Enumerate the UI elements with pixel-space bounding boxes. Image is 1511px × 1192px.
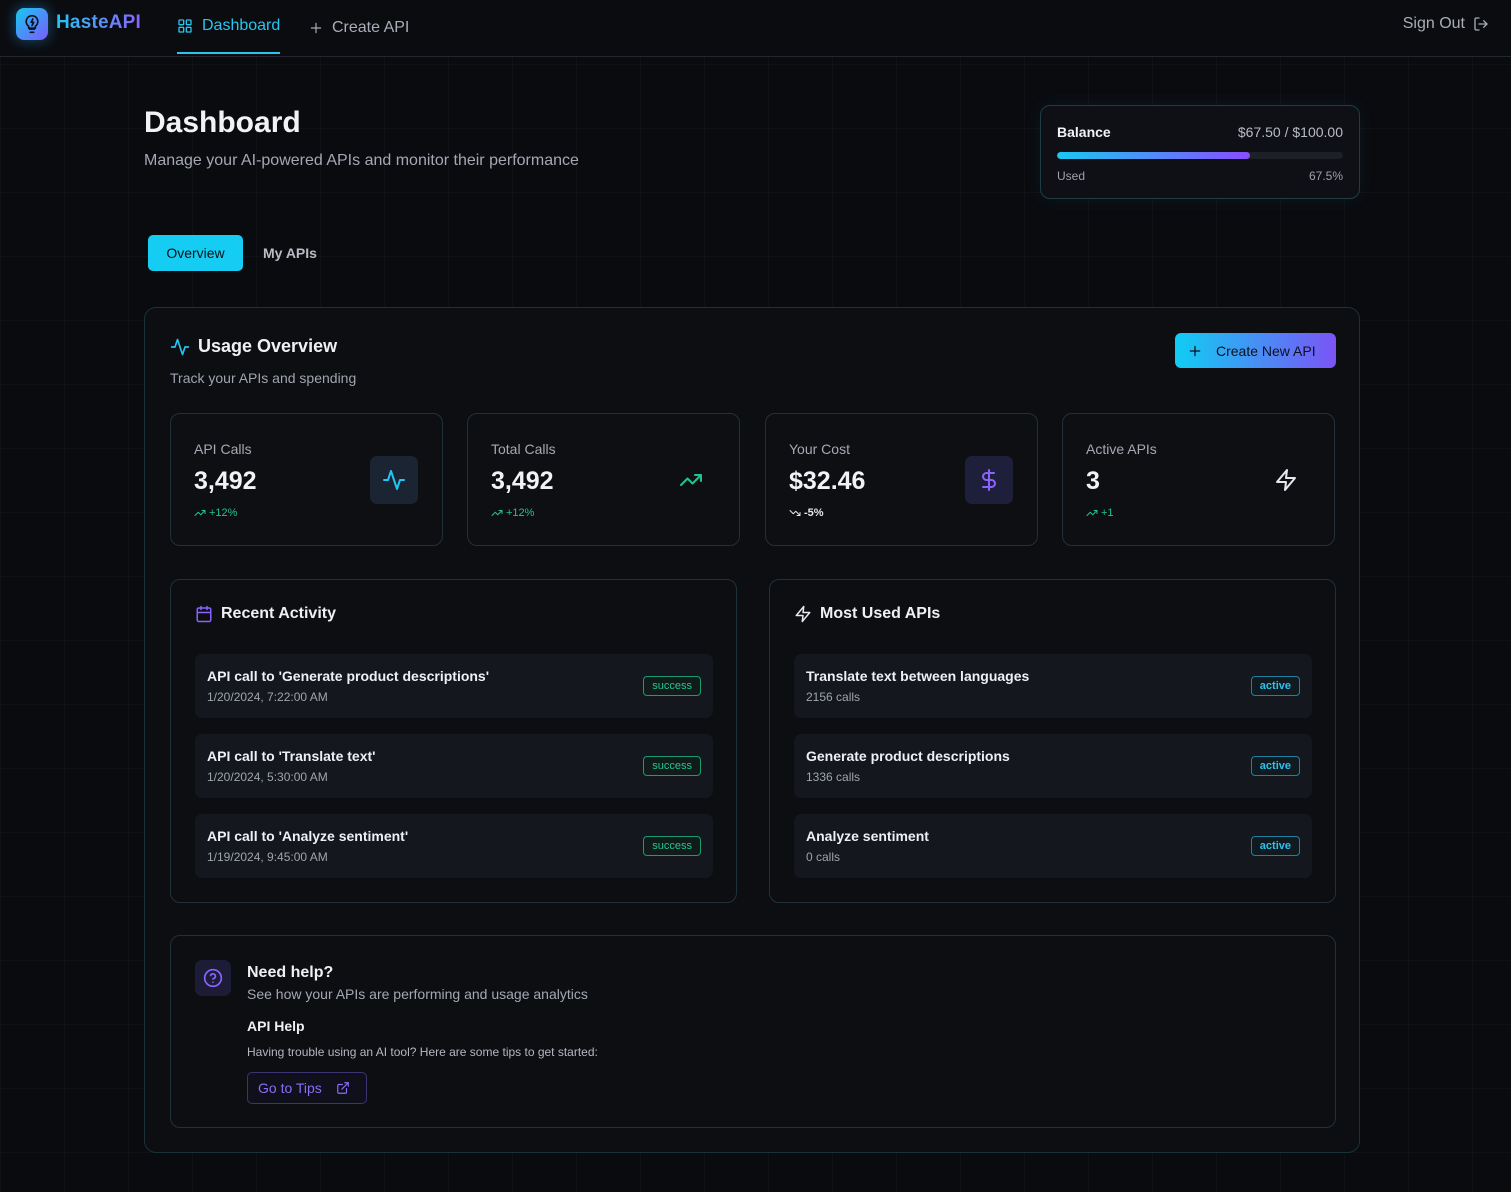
most-used-apis-card: Most Used APIs Translate text between la… — [769, 579, 1336, 903]
stat-value: $32.46 — [789, 467, 866, 495]
balance-progress-fill — [1057, 152, 1251, 159]
status-badge: success — [643, 836, 701, 856]
stat-card-active-apis: Active APIs 3 +1 — [1062, 413, 1335, 546]
tab-overview[interactable]: Overview — [148, 235, 243, 271]
zap-icon — [795, 605, 811, 623]
stat-card-your-cost: Your Cost $32.46 -5% — [765, 413, 1038, 546]
balance-title: Balance — [1057, 124, 1111, 140]
help-heading: API Help — [247, 1018, 305, 1034]
trending-up-icon — [1086, 510, 1098, 516]
status-badge: success — [643, 676, 701, 696]
external-link-icon — [336, 1082, 349, 1094]
nav-dashboard-link[interactable]: Dashboard — [177, 0, 281, 54]
go-to-tips-button[interactable]: Go to Tips — [247, 1072, 367, 1104]
page-subtitle: Manage your AI-powered APIs and monitor … — [144, 152, 579, 169]
api-title: Translate text between languages — [806, 668, 1030, 684]
status-badge: active — [1250, 676, 1300, 696]
status-badge: success — [643, 756, 701, 776]
list-item[interactable]: Generate product descriptions 1336 calls… — [794, 734, 1312, 798]
list-item[interactable]: API call to 'Generate product descriptio… — [195, 654, 713, 718]
api-calls: 0 calls — [806, 850, 841, 864]
trending-down-icon — [789, 510, 801, 516]
stat-label: Total Calls — [491, 441, 556, 457]
create-new-api-button[interactable]: Create New API — [1175, 333, 1336, 368]
usage-overview-title: Usage Overview — [198, 336, 338, 356]
activity-title: API call to 'Generate product descriptio… — [207, 668, 490, 684]
dollar-icon — [965, 456, 1013, 504]
help-card: Need help? See how your APIs are perform… — [170, 935, 1336, 1128]
brand-name[interactable]: HasteAPI — [56, 12, 141, 34]
top-navbar: HasteAPI Dashboard Create API Sign Out — [0, 0, 1511, 57]
api-calls: 2156 calls — [806, 690, 861, 704]
balance-value: $67.50 / $100.00 — [1237, 124, 1343, 140]
stat-trend: +1 — [1086, 507, 1114, 519]
stat-trend: +12% — [491, 507, 534, 519]
activity-time: 1/20/2024, 5:30:00 AM — [207, 770, 328, 784]
stat-value: 3 — [1086, 467, 1100, 495]
sign-out-label: Sign Out — [1402, 15, 1465, 32]
plus-icon — [1189, 345, 1201, 356]
help-circle-icon — [195, 960, 231, 996]
calendar-icon — [196, 605, 212, 623]
activity-time: 1/19/2024, 9:45:00 AM — [207, 850, 328, 864]
nav-create-api-link[interactable]: Create API — [309, 0, 409, 56]
stat-card-api-calls: API Calls 3,492 +12% — [170, 413, 443, 546]
balance-used-label: Used — [1057, 169, 1086, 183]
nav-dashboard-label: Dashboard — [202, 17, 281, 34]
activity-icon — [170, 338, 190, 355]
log-out-icon — [1474, 17, 1488, 31]
logo-icon[interactable] — [16, 8, 48, 40]
status-badge: active — [1250, 836, 1300, 856]
list-item[interactable]: API call to 'Translate text' 1/20/2024, … — [195, 734, 713, 798]
trending-up-icon — [667, 456, 715, 504]
trending-up-icon — [194, 510, 206, 516]
create-new-api-label: Create New API — [1216, 342, 1316, 359]
activity-title: API call to 'Analyze sentiment' — [207, 828, 409, 844]
go-to-tips-label: Go to Tips — [258, 1080, 322, 1096]
activity-time: 1/20/2024, 7:22:00 AM — [207, 690, 328, 704]
trending-up-icon — [491, 510, 503, 516]
help-subtitle: See how your APIs are performing and usa… — [247, 986, 588, 1002]
stat-trend-value: +1 — [1101, 507, 1114, 519]
stat-trend: +12% — [194, 507, 237, 519]
stat-value: 3,492 — [194, 467, 257, 495]
activity-icon — [370, 456, 418, 504]
list-item[interactable]: Translate text between languages 2156 ca… — [794, 654, 1312, 718]
stat-label: Your Cost — [789, 441, 850, 457]
page-title: Dashboard — [144, 106, 301, 139]
plus-icon — [310, 22, 322, 34]
list-item[interactable]: API call to 'Analyze sentiment' 1/19/202… — [195, 814, 713, 878]
recent-activity-title: Recent Activity — [221, 605, 336, 622]
stat-trend-value: -5% — [804, 507, 824, 519]
stat-trend: -5% — [789, 507, 824, 519]
balance-progress-track — [1057, 152, 1343, 159]
nav-create-api-label: Create API — [332, 19, 410, 36]
recent-activity-card: Recent Activity API call to 'Generate pr… — [170, 579, 737, 903]
grid-icon — [178, 19, 192, 33]
balance-used-percent: 67.5% — [1308, 169, 1343, 183]
stat-label: Active APIs — [1086, 441, 1157, 457]
stat-label: API Calls — [194, 441, 252, 457]
tab-my-apis[interactable]: My APIs — [263, 235, 317, 271]
api-title: Generate product descriptions — [806, 748, 1010, 764]
most-used-apis-title: Most Used APIs — [820, 605, 941, 622]
status-badge: active — [1250, 756, 1300, 776]
usage-overview-subtitle: Track your APIs and spending — [170, 370, 357, 386]
sign-out-button[interactable]: Sign Out — [1403, 0, 1489, 48]
stat-value: 3,492 — [491, 467, 554, 495]
balance-card: Balance $67.50 / $100.00 Used 67.5% — [1040, 105, 1360, 199]
help-text: Having trouble using an AI tool? Here ar… — [247, 1045, 598, 1059]
list-item[interactable]: Analyze sentiment 0 calls active — [794, 814, 1312, 878]
api-title: Analyze sentiment — [806, 828, 929, 844]
usage-overview-panel: Usage Overview Track your APIs and spend… — [144, 307, 1360, 1153]
api-calls: 1336 calls — [806, 770, 861, 784]
help-title: Need help? — [247, 964, 334, 981]
zap-icon — [1262, 456, 1310, 504]
stat-card-total-calls: Total Calls 3,492 +12% — [467, 413, 740, 546]
stat-trend-value: +12% — [506, 507, 535, 519]
stat-trend-value: +12% — [209, 507, 238, 519]
activity-title: API call to 'Translate text' — [207, 748, 376, 764]
